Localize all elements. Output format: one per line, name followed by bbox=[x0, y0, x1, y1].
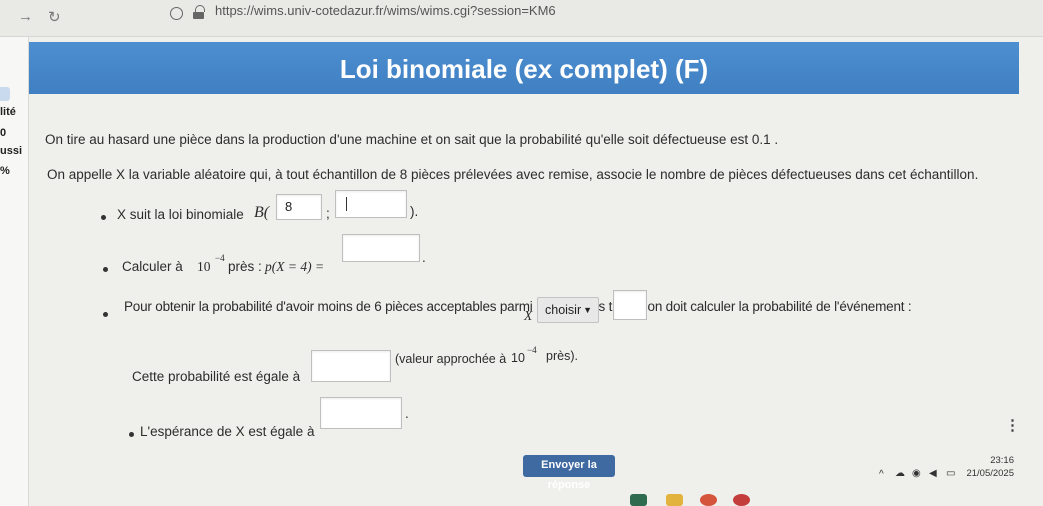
page-info-icon[interactable] bbox=[170, 7, 183, 20]
wifi-icon[interactable]: ◉ bbox=[912, 468, 921, 479]
sidebar-tab[interactable] bbox=[0, 87, 10, 101]
ten: 10 bbox=[197, 259, 211, 274]
firefox-icon[interactable] bbox=[700, 494, 717, 506]
n-input[interactable]: 8 bbox=[276, 194, 322, 220]
clock-date: 21/05/2025 bbox=[966, 468, 1014, 479]
select-value: choisir bbox=[545, 303, 582, 317]
address-bar[interactable]: https://wims.univ-cotedazur.fr/wims/wims… bbox=[215, 3, 555, 18]
q2-expression: p(X = 4) = bbox=[265, 259, 325, 274]
page-title: Loi binomiale (ex complet) (F) bbox=[339, 54, 709, 84]
q1-prefix: X suit la loi binomiale bbox=[117, 207, 244, 222]
q3-result-prefix: Cette probabilité est égale à bbox=[132, 369, 301, 384]
reload-icon[interactable]: ↻ bbox=[48, 8, 61, 26]
expectation-input[interactable] bbox=[320, 397, 402, 429]
separator: ; bbox=[326, 206, 330, 221]
q4-text: L'espérance de X est égale à bbox=[140, 424, 315, 439]
text-caret bbox=[346, 197, 347, 211]
close-paren: ). bbox=[410, 204, 419, 219]
bullet bbox=[103, 267, 108, 272]
tray-chevron-icon[interactable]: ^ bbox=[879, 469, 884, 480]
left-sidebar: lité 0 ussi % bbox=[0, 37, 29, 506]
browser-toolbar: → ↻ https://wims.univ-cotedazur.fr/wims/… bbox=[0, 0, 1043, 37]
exponent: −4 bbox=[527, 345, 537, 355]
sidebar-fragment: ussi bbox=[0, 145, 23, 157]
q3-result-suffix: (valeur approchée à bbox=[395, 352, 507, 366]
bullet bbox=[103, 312, 108, 317]
sidebar-fragment: 0 bbox=[0, 127, 7, 139]
title-band: Loi binomiale (ex complet) (F) bbox=[29, 42, 1019, 94]
definition-paragraph: On appelle X la variable aléatoire qui, … bbox=[47, 167, 979, 182]
app-icon[interactable] bbox=[630, 494, 647, 506]
q4-end: . bbox=[405, 406, 409, 421]
caret-down-icon: ▼ bbox=[583, 305, 592, 315]
clock-time: 23:16 bbox=[990, 455, 1014, 466]
event-value-input[interactable] bbox=[613, 290, 647, 320]
lock-icon[interactable] bbox=[193, 5, 205, 19]
event-variable: X bbox=[524, 308, 533, 323]
q3-text: Pour obtenir la probabilité d'avoir moin… bbox=[124, 299, 912, 314]
probability-result-input[interactable] bbox=[311, 350, 391, 382]
binomial-symbol: B( bbox=[254, 204, 270, 221]
more-options-icon[interactable]: ⋮ bbox=[1005, 416, 1020, 434]
q2-prefix: Calculer à bbox=[122, 259, 183, 274]
exercise-content: On tire au hasard une pièce dans la prod… bbox=[29, 94, 1020, 506]
exponent: −4 bbox=[215, 253, 225, 263]
forward-icon[interactable]: → bbox=[18, 8, 33, 25]
probability-input[interactable] bbox=[342, 234, 420, 262]
ten: 10 bbox=[511, 351, 525, 365]
browser-icon[interactable] bbox=[733, 494, 750, 506]
bullet bbox=[129, 432, 134, 437]
cloud-icon[interactable]: ☁ bbox=[895, 468, 905, 479]
q3-result-end: près). bbox=[546, 349, 578, 363]
statement-paragraph: On tire au hasard une pièce dans la prod… bbox=[45, 132, 779, 147]
sidebar-fragment: lité bbox=[0, 106, 16, 118]
submit-button[interactable]: Envoyer la réponse bbox=[523, 455, 615, 491]
event-select[interactable]: choisir ▼ bbox=[537, 297, 599, 323]
q2-end: . bbox=[422, 250, 426, 265]
folder-icon[interactable] bbox=[666, 494, 683, 506]
sidebar-fragment: % bbox=[0, 165, 10, 177]
bullet bbox=[101, 215, 106, 220]
volume-icon[interactable]: ◀ bbox=[929, 468, 937, 479]
q2-middle: près : bbox=[228, 259, 262, 274]
